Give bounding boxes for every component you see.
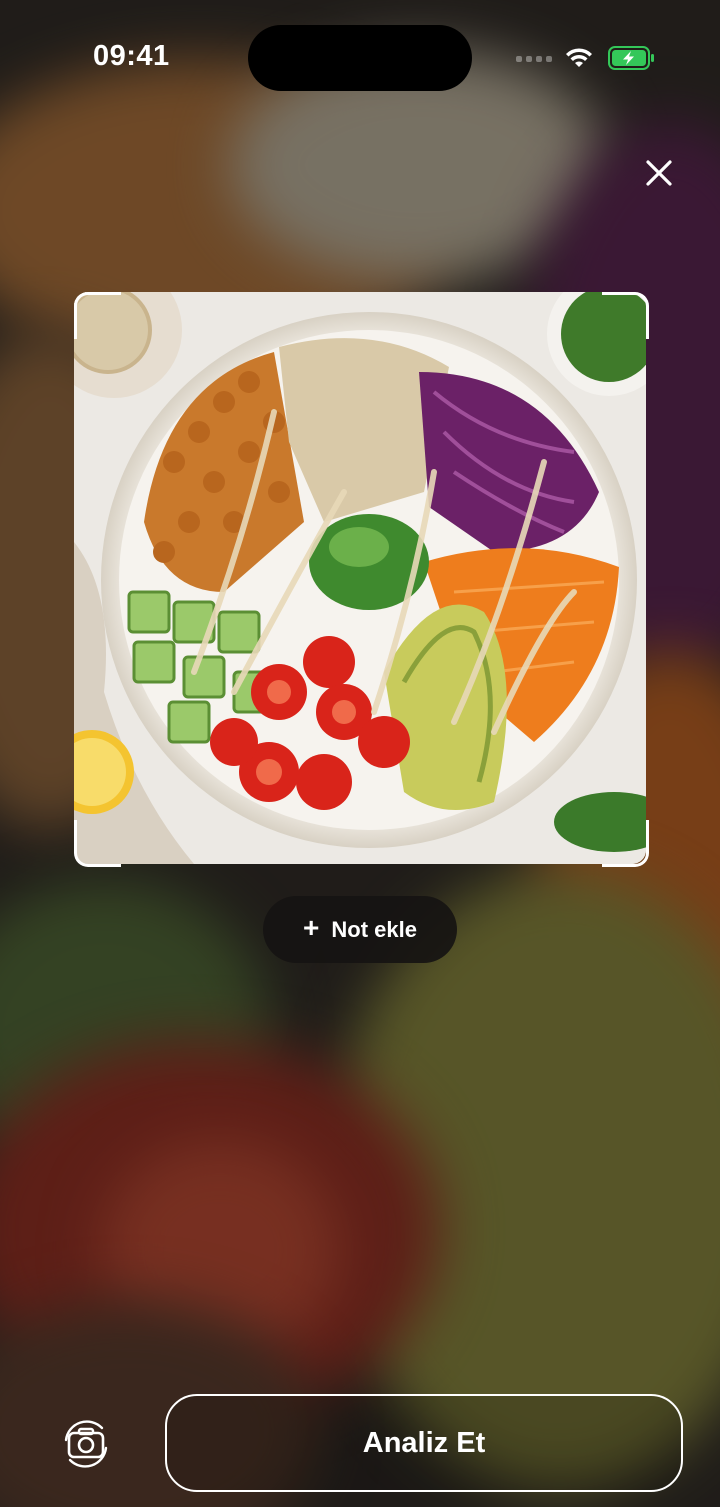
scan-frame-corner [602,820,649,867]
cellular-signal-icon [516,56,552,62]
scan-frame-corner [602,292,649,339]
close-icon[interactable] [638,152,680,194]
wifi-icon [566,48,592,67]
plus-icon: + [303,912,320,943]
add-note-label: Not ekle [331,916,417,942]
analyze-button[interactable]: Analiz Et [165,1394,683,1492]
battery-charging-icon [608,46,654,70]
captured-food-photo [74,292,646,864]
add-note-button[interactable]: + Not ekle [263,896,457,963]
scan-frame-corner [74,820,121,867]
status-bar: 09:41 [0,0,720,120]
dynamic-island [248,25,472,91]
camera-flip-icon[interactable] [60,1418,112,1470]
scan-frame-corner [74,292,121,339]
status-time: 09:41 [93,40,170,72]
